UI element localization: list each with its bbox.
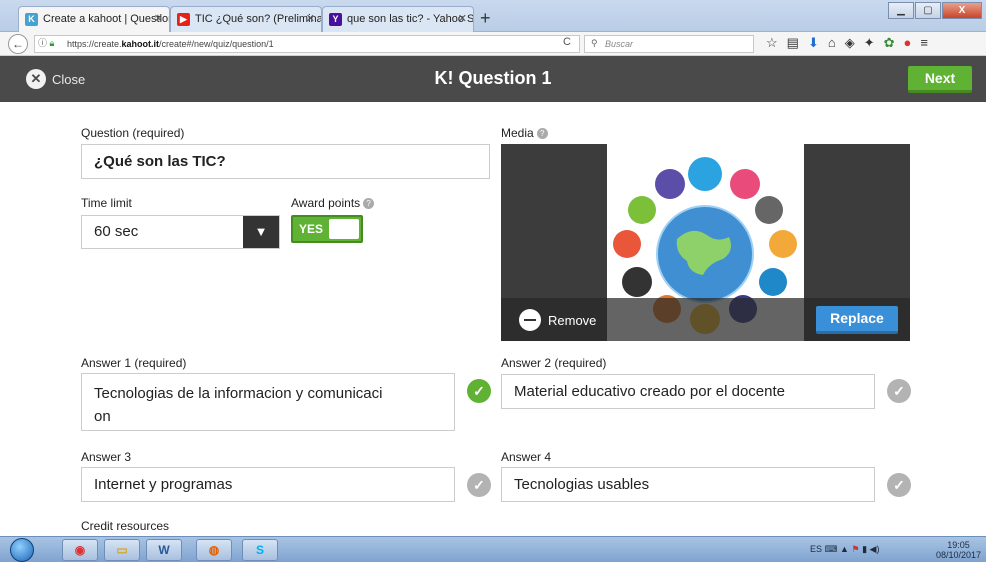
answer-3-correct-check-icon[interactable]: ✓ [467,473,491,497]
maximize-icon[interactable]: ▢ [915,2,941,19]
kahoot-header: ✕ Close K! Question 1 Next [0,56,986,102]
flag-icon[interactable]: ⚑ [851,544,859,554]
tab-yahoo-search[interactable]: Y que son las tic? - Yahoo Sear ✕ [322,6,474,32]
browser-tabstrip: K Create a kahoot | Question ✕ ▶ TIC ¿Qu… [0,0,986,32]
volume-icon[interactable]: ◀) [870,544,880,554]
firefox-taskbar-icon[interactable]: ◍ [196,539,232,561]
help-icon[interactable]: ? [536,128,548,140]
time-limit-select[interactable]: 60 sec ▼ [81,215,280,249]
window-controls: ▁ ▢ X [888,2,982,19]
toggle-knob [329,219,359,239]
time-limit-label: Time limit [81,196,132,210]
system-tray: ES ⌨ ▲ ⚑ ▮ ◀) [810,544,880,554]
system-clock[interactable]: 19:05 08/10/2017 [936,540,981,560]
search-icon: ⚲ [591,38,598,48]
media-action-bar: Remove Replace [501,298,910,341]
network-icon[interactable]: ▮ [862,544,867,554]
answer-2-correct-check-icon[interactable]: ✓ [887,379,911,403]
adblock-icon[interactable]: ● [904,35,912,51]
download-icon[interactable]: ⬇ [808,35,819,51]
chrome-taskbar-icon[interactable]: ◉ [62,539,98,561]
dropdown-arrow-icon[interactable]: ▼ [243,216,279,248]
reload-icon[interactable]: C [563,36,571,48]
question-input[interactable]: ¿Qué son las TIC? [81,144,490,179]
window-close-icon[interactable]: X [942,2,982,19]
answer-3-input[interactable]: Internet y programas [81,467,455,502]
answer-4-input[interactable]: Tecnologias usables [501,467,875,502]
question-label: Question (required) [81,126,185,140]
award-points-label: Award points? [291,196,375,210]
extension-icon[interactable]: ✦ [864,35,875,51]
answer-2-label: Answer 2 (required) [501,356,607,370]
site-info-lock-icon[interactable]: ⓘ 🔒︎ [38,36,54,49]
minimize-icon[interactable]: ▁ [888,2,914,19]
url-bar[interactable]: https://create.kahoot.it/create#/new/qui… [34,35,580,53]
answer-1-correct-check-icon[interactable]: ✓ [467,379,491,403]
addon-icon[interactable]: ✿ [884,35,895,51]
minus-icon [519,309,541,331]
keyboard-icon[interactable]: ⌨ [825,544,838,554]
replace-media-button[interactable]: Replace [816,306,898,334]
media-label: Media? [501,126,548,140]
yahoo-favicon-icon: Y [329,13,342,26]
kahoot-favicon-icon: K [25,13,38,26]
word-taskbar-icon[interactable]: W [146,539,182,561]
answer-1-input[interactable]: Tecnologias de la informacion y comunica… [81,373,455,431]
answer-4-correct-check-icon[interactable]: ✓ [887,473,911,497]
back-arrow-icon[interactable]: ← [8,34,28,54]
new-tab-icon[interactable]: + [480,8,491,29]
search-input[interactable]: ⚲ Buscar [584,35,754,53]
home-icon[interactable]: ⌂ [828,35,836,51]
tray-expand-icon[interactable]: ▲ [840,544,849,554]
close-tab-icon[interactable]: ✕ [306,12,315,25]
credit-resources-label: Credit resources [81,519,170,533]
remove-media-button[interactable]: Remove [519,309,596,331]
menu-icon[interactable]: ≡ [920,35,928,51]
answer-3-label: Answer 3 [81,450,132,464]
tab-create-kahoot[interactable]: K Create a kahoot | Question ✕ [18,6,170,32]
windows-taskbar: ◉ ▭ W ◍ S ES ⌨ ▲ ⚑ ▮ ◀) 19:05 08/10/2017 [0,536,986,562]
answer-4-label: Answer 4 [501,450,552,464]
next-button[interactable]: Next [908,66,972,93]
page-title: K! Question 1 [434,68,552,88]
tab-tic-que-son[interactable]: ▶ TIC ¿Qué son? (Preliminar) - ✕ [170,6,322,32]
windows-start-icon[interactable] [10,538,34,562]
browser-navbar: ← https://create.kahoot.it/create#/new/q… [0,32,986,56]
answer-1-label: Answer 1 (required) [81,356,187,370]
browser-toolbar-icons: ☆ ▤ ⬇ ⌂ ◈ ✦ ✿ ● ≡ [766,35,928,51]
bookmark-star-icon[interactable]: ☆ [766,35,778,51]
award-points-toggle[interactable]: YES [291,215,363,243]
media-preview: Remove Replace [501,144,910,341]
skype-taskbar-icon[interactable]: S [242,539,278,561]
close-tab-icon[interactable]: ✕ [154,12,163,25]
answer-2-input[interactable]: Material educativo creado por el docente [501,374,875,409]
explorer-taskbar-icon[interactable]: ▭ [104,539,140,561]
close-tab-icon[interactable]: ✕ [458,12,467,25]
reading-list-icon[interactable]: ▤ [787,35,799,51]
pocket-icon[interactable]: ◈ [845,35,855,51]
youtube-favicon-icon: ▶ [177,13,190,26]
help-icon[interactable]: ? [363,198,375,210]
